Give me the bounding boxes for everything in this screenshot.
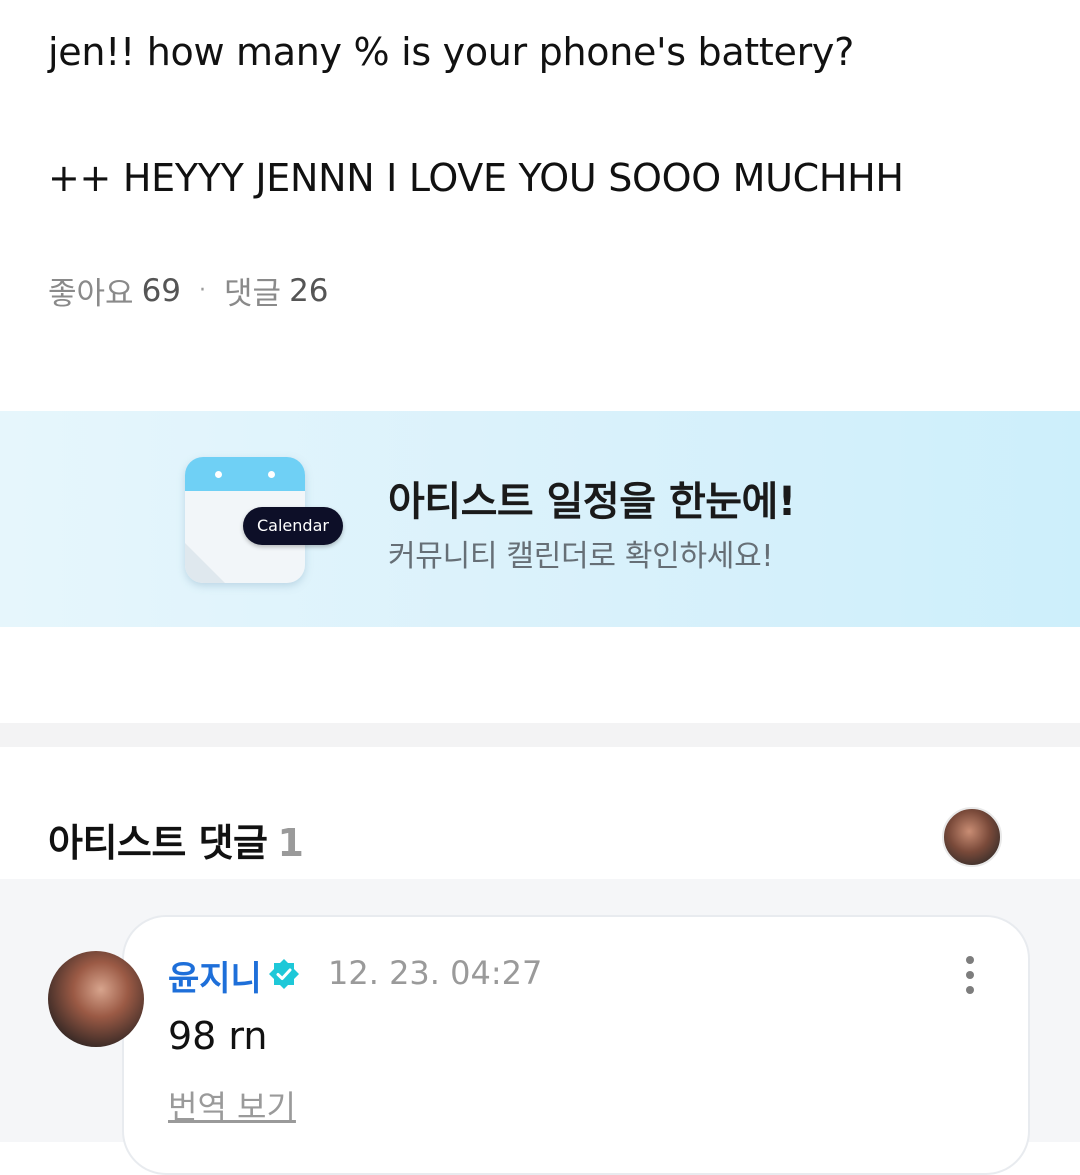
post-text-line-2: ++ HEYYY JENNN I LOVE YOU SOOO MUCHHH <box>48 156 904 200</box>
verified-badge-icon <box>269 959 299 989</box>
artist-avatar[interactable] <box>942 807 1002 867</box>
banner-subtitle: 커뮤니티 캘린더로 확인하세요! <box>388 539 774 574</box>
comment-author[interactable]: 윤지니 <box>168 951 262 1000</box>
artist-comments-title: 아티스트 댓글 <box>48 821 268 865</box>
likes-count[interactable]: 69 <box>142 273 181 309</box>
comment-text: 98 rn <box>168 1014 268 1058</box>
translate-link[interactable]: 번역 보기 <box>168 1082 296 1128</box>
artist-comments-count: 1 <box>277 821 304 865</box>
banner-title: 아티스트 일정을 한눈에! <box>388 479 796 525</box>
more-options-button[interactable] <box>955 950 985 1000</box>
calendar-badge: Calendar <box>243 507 343 545</box>
section-divider <box>0 723 1080 747</box>
comment-timestamp: 12. 23. 04:27 <box>328 954 543 992</box>
post-stats: 좋아요 69 · 댓글 26 <box>48 268 329 313</box>
post-text-line-1: jen!! how many % is your phone's battery… <box>48 30 854 74</box>
more-vertical-icon <box>966 956 974 964</box>
likes-label: 좋아요 <box>48 276 134 312</box>
artist-comments-header: 아티스트 댓글 1 <box>48 812 304 867</box>
comments-count[interactable]: 26 <box>289 273 328 309</box>
comments-label: 댓글 <box>224 276 282 312</box>
calendar-banner[interactable]: Calendar 아티스트 일정을 한눈에! 커뮤니티 캘린더로 확인하세요! <box>0 411 1080 627</box>
comment-author-avatar[interactable] <box>48 951 144 1047</box>
stats-separator: · <box>199 278 207 303</box>
